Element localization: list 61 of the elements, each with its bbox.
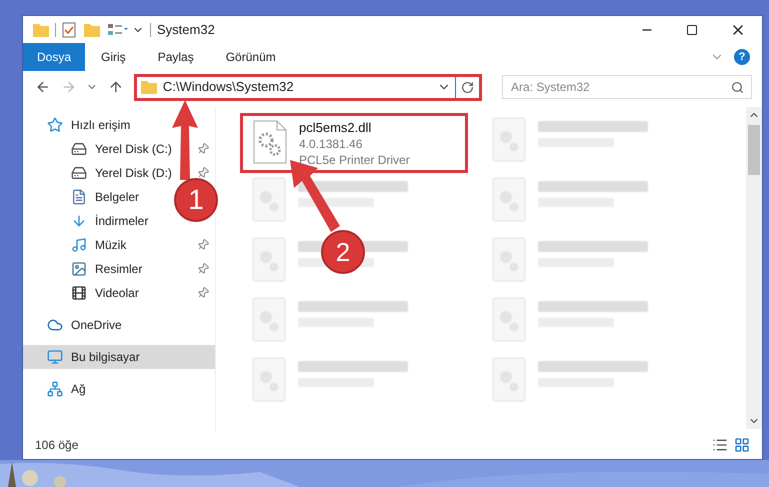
folder-icon bbox=[84, 22, 100, 36]
sidebar-label: Belgeler bbox=[95, 189, 140, 206]
sidebar-item[interactable]: Hızlı erişim bbox=[23, 113, 136, 137]
back-button[interactable] bbox=[35, 79, 51, 95]
properties-icon bbox=[108, 22, 128, 36]
film-icon bbox=[71, 285, 87, 301]
help-button[interactable]: ? bbox=[734, 49, 750, 65]
scrollbar[interactable] bbox=[746, 107, 762, 429]
address-path: C:\Windows\System32 bbox=[162, 78, 295, 96]
drive-icon bbox=[71, 165, 87, 181]
up-button[interactable] bbox=[108, 79, 124, 95]
image-icon bbox=[71, 261, 87, 277]
document-icon bbox=[71, 189, 87, 205]
file-item[interactable]: pcl5ems2.dll 4.0.1381.46 PCL5e Printer Driver bbox=[240, 113, 468, 173]
checklist-icon bbox=[62, 22, 76, 38]
sidebar-label: Videolar bbox=[95, 285, 140, 302]
sidebar-label: Hızlı erişim bbox=[71, 117, 130, 134]
file-description: PCL5e Printer Driver bbox=[299, 152, 410, 168]
drive-icon bbox=[71, 141, 87, 157]
window-title: System32 bbox=[157, 20, 215, 39]
sidebar-label: OneDrive bbox=[71, 317, 122, 334]
ribbon-tab[interactable]: Paylaş bbox=[144, 43, 208, 71]
file-name: pcl5ems2.dll bbox=[299, 120, 372, 136]
sidebar-item[interactable]: Belgeler bbox=[23, 185, 146, 209]
network-icon bbox=[47, 381, 63, 397]
ribbon-tab[interactable]: Dosya bbox=[23, 43, 86, 71]
sidebar-item[interactable]: Ağ bbox=[23, 377, 92, 401]
search-field[interactable]: Ara: System32 bbox=[502, 75, 752, 99]
sidebar-label: Müzik bbox=[95, 237, 128, 254]
folder-icon bbox=[140, 80, 157, 94]
sidebar-item[interactable]: Yerel Disk (C:) bbox=[23, 137, 215, 161]
sidebar-label: Yerel Disk (C:) bbox=[95, 141, 173, 158]
search-icon bbox=[731, 81, 744, 94]
monitor-icon bbox=[47, 349, 63, 365]
sidebar-item[interactable]: Bu bilgisayar bbox=[23, 345, 215, 369]
sidebar-label: Yerel Disk (D:) bbox=[95, 165, 173, 182]
music-note-icon bbox=[71, 237, 87, 253]
maximize-button[interactable] bbox=[686, 24, 698, 36]
address-bar[interactable]: C:\Windows\System32 bbox=[134, 74, 482, 100]
details-view-icon[interactable] bbox=[712, 437, 728, 453]
file-version: 4.0.1381.46 bbox=[299, 136, 364, 152]
ribbon-tab[interactable]: Görünüm bbox=[212, 43, 290, 71]
sidebar-label: Resimler bbox=[95, 261, 144, 278]
download-icon bbox=[71, 213, 87, 229]
ribbon-tab[interactable]: Giriş bbox=[87, 43, 140, 71]
sidebar-item[interactable]: Resimler bbox=[23, 257, 215, 281]
gear-file-icon bbox=[253, 120, 287, 164]
folder-icon bbox=[33, 22, 49, 36]
sidebar-item[interactable]: OneDrive bbox=[23, 313, 128, 337]
tiles-view-icon[interactable] bbox=[734, 437, 750, 453]
item-count: 106 öğe bbox=[35, 437, 78, 454]
sidebar-label: Ağ bbox=[71, 381, 86, 398]
refresh-icon[interactable] bbox=[461, 80, 474, 94]
sidebar-item[interactable]: Videolar bbox=[23, 281, 215, 305]
sidebar-item[interactable]: İndirmeler bbox=[23, 209, 154, 233]
sidebar-item[interactable]: Müzik bbox=[23, 233, 215, 257]
scrollbar-thumb[interactable] bbox=[748, 125, 760, 175]
cloud-icon bbox=[47, 317, 63, 333]
sidebar-label: İndirmeler bbox=[95, 213, 148, 230]
star-icon bbox=[47, 117, 63, 133]
sidebar-label: Bu bilgisayar bbox=[71, 349, 141, 366]
